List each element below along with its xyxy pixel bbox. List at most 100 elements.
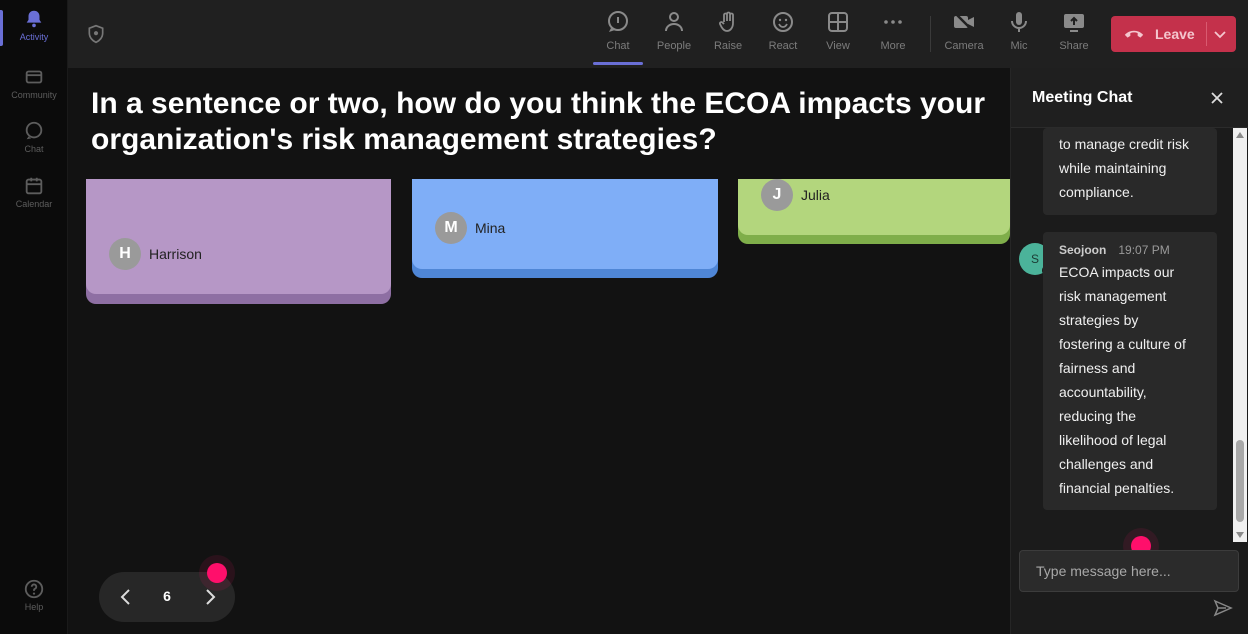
- toolbar-label: Raise: [713, 40, 743, 52]
- message-line: likelihood of legal: [1059, 432, 1167, 448]
- message-sender: Seojoon: [1059, 243, 1107, 257]
- toolbar-people-button[interactable]: People: [648, 10, 700, 52]
- bell-icon: [26, 10, 42, 28]
- send-icon[interactable]: [1213, 598, 1233, 618]
- avatar: J: [761, 179, 793, 211]
- author-name: Harrison: [149, 246, 202, 262]
- hand-icon: [719, 11, 734, 32]
- people-icon: [665, 12, 683, 32]
- chevron-left-icon[interactable]: [115, 586, 137, 608]
- chat-icon: [25, 121, 43, 140]
- message-line: strategies by: [1059, 312, 1139, 328]
- card-author: J Julia: [761, 179, 830, 211]
- toolbar-label: People: [656, 40, 692, 52]
- toolbar-label: Chat: [606, 40, 630, 52]
- scrollbar-thumb[interactable]: [1236, 440, 1244, 522]
- toolbar-more-button[interactable]: More: [867, 10, 919, 52]
- chevron-right-icon[interactable]: [199, 586, 221, 608]
- chat-icon: [608, 11, 628, 32]
- toolbar-divider: [930, 16, 931, 52]
- toolbar-react-button[interactable]: React: [757, 10, 809, 52]
- author-name: Julia: [801, 187, 830, 203]
- card-face: [86, 179, 391, 294]
- chevron-down-icon[interactable]: [1212, 26, 1228, 42]
- rail-item-community[interactable]: Community: [0, 66, 68, 100]
- rail-label: Chat: [24, 144, 44, 154]
- shield-icon[interactable]: [86, 24, 106, 44]
- camera-off-icon: [954, 12, 974, 32]
- avatar-initial: S: [1030, 252, 1039, 266]
- rail-item-help[interactable]: Help: [0, 578, 68, 612]
- chat-messages[interactable]: to manage credit risk while maintaining …: [1011, 128, 1248, 542]
- scroll-up-arrow[interactable]: [1236, 132, 1244, 138]
- response-card-julia[interactable]: J Julia: [738, 179, 1010, 244]
- toolbar-label: Camera: [944, 40, 984, 52]
- toolbar-mic-button[interactable]: Mic: [993, 10, 1045, 52]
- more-icon: [884, 20, 902, 24]
- smiley-icon: [773, 12, 793, 32]
- rail-label: Calendar: [15, 199, 53, 209]
- help-icon: [24, 579, 44, 599]
- hang-up-icon: [1124, 30, 1144, 38]
- scroll-down-arrow[interactable]: [1236, 532, 1244, 538]
- toolbar-share-button[interactable]: Share: [1048, 10, 1100, 52]
- response-card-harrison[interactable]: H Harrison: [86, 179, 391, 304]
- card-author: M Mina: [435, 212, 505, 244]
- leave-button[interactable]: Leave: [1111, 16, 1236, 52]
- author-name: Mina: [475, 220, 506, 236]
- response-card-mina[interactable]: M Mina: [412, 179, 718, 278]
- pointer-indicator: [207, 563, 227, 583]
- message-line: to manage credit risk: [1059, 136, 1189, 152]
- close-icon[interactable]: [1209, 90, 1225, 106]
- toolbar-label: React: [768, 40, 798, 52]
- message-line: risk management: [1059, 288, 1167, 304]
- rail-item-activity[interactable]: Activity: [0, 8, 68, 46]
- toolbar-label: View: [826, 40, 850, 52]
- toolbar-view-button[interactable]: View: [812, 10, 864, 52]
- chat-message: Seojoon 19:07 PM ECOA impacts our risk m…: [1043, 232, 1217, 510]
- toolbar-camera-button[interactable]: Camera: [938, 10, 990, 52]
- rail-label: Activity: [19, 32, 49, 42]
- toolbar-label: Share: [1059, 40, 1089, 52]
- rail-label: Community: [11, 90, 57, 100]
- chat-title: Meeting Chat: [1032, 89, 1133, 106]
- message-line: challenges and: [1059, 456, 1154, 472]
- chat-message: to manage credit risk while maintaining …: [1043, 128, 1217, 215]
- message-composer[interactable]: [1019, 550, 1239, 592]
- page-number: 6: [163, 588, 171, 604]
- meeting-chat-panel: Meeting Chat to manage credit risk while…: [1010, 68, 1248, 634]
- rail-item-chat[interactable]: Chat: [0, 120, 68, 154]
- chat-scrollbar[interactable]: [1233, 128, 1247, 542]
- toolbar-chat-button[interactable]: Chat: [592, 10, 644, 65]
- meeting-toolbar: Chat People Raise React View More Camera…: [68, 0, 1248, 68]
- message-line: while maintaining: [1059, 160, 1167, 176]
- rail-label: Help: [24, 602, 44, 612]
- rail-item-calendar[interactable]: Calendar: [0, 175, 68, 209]
- stage: In a sentence or two, how do you think t…: [68, 68, 1010, 634]
- card-author: H Harrison: [109, 238, 202, 270]
- leave-label: Leave: [1155, 26, 1195, 42]
- message-line: reducing the: [1059, 408, 1137, 424]
- message-line: ECOA impacts our: [1059, 264, 1175, 280]
- message-line: financial penalties.: [1059, 480, 1175, 496]
- avatar: H: [109, 238, 141, 270]
- share-icon: [1064, 14, 1084, 32]
- toolbar-label: Mic: [1010, 40, 1028, 52]
- app-rail: Activity Community Chat Calendar Help: [0, 0, 68, 634]
- community-icon: [25, 70, 43, 84]
- leave-divider: [1206, 22, 1207, 46]
- mic-icon: [1011, 12, 1027, 32]
- message-line: accountability,: [1059, 384, 1147, 400]
- toolbar-label: More: [880, 40, 906, 52]
- calendar-icon: [25, 177, 43, 195]
- message-line: compliance.: [1059, 184, 1134, 200]
- avatar: M: [435, 212, 467, 244]
- chat-header: Meeting Chat: [1011, 68, 1248, 128]
- toolbar-raise-button[interactable]: Raise: [702, 10, 754, 52]
- message-line: fairness and: [1059, 360, 1136, 376]
- message-time: 19:07 PM: [1118, 243, 1170, 257]
- question-title: In a sentence or two, how do you think t…: [91, 87, 985, 156]
- message-line: fostering a culture of: [1059, 336, 1186, 352]
- message-input[interactable]: [1020, 551, 1238, 591]
- grid-icon: [828, 12, 848, 32]
